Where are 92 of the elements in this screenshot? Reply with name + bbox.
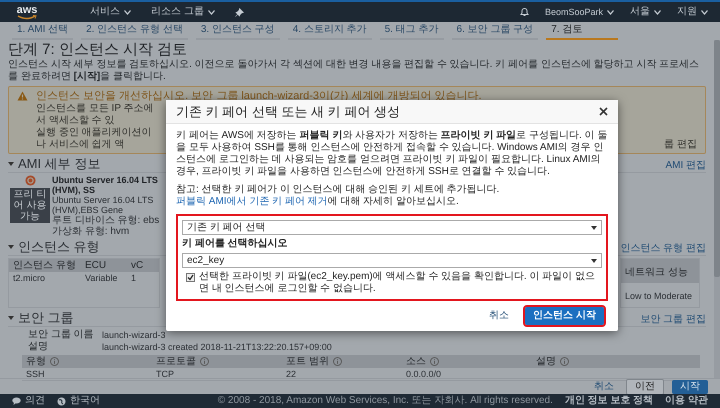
field-value: launch-wizard-3 [102, 329, 166, 341]
ami-attribute: 가상화 유형: hvm [52, 226, 130, 237]
field-label: 설명 [28, 341, 49, 353]
distro-logo-icon [24, 175, 36, 186]
table-cell-text: Low to Moderate [624, 291, 694, 301]
footer-link[interactable]: 이용 약관 [665, 395, 708, 407]
ami-description: Ubuntu Server 16.04 LTS (HVM),EBS Gene [52, 195, 154, 215]
close-icon[interactable] [599, 107, 608, 116]
footer-link[interactable]: 개인 정보 보호 정책 [564, 395, 654, 407]
warning-edit-link[interactable]: 룹 편집 [664, 139, 697, 151]
free-tier-badge: 프리 티어 사용 가능 [10, 188, 50, 223]
caret-down-icon [8, 316, 14, 320]
field-value: launch-wizard-3 created 2018-11-21T13:22:20.157+09:00 [102, 341, 332, 353]
support-menu[interactable]: 지원 [677, 6, 708, 18]
aws-logo[interactable]: aws [12, 4, 42, 20]
cancel-link[interactable]: 취소 [485, 310, 514, 322]
launch-button[interactable]: 시작 [672, 380, 708, 394]
pin-icon[interactable] [234, 8, 244, 16]
wizard-step-tab[interactable]: 2. 인스턴스 유형 선택 [81, 22, 188, 40]
info-icon [332, 357, 342, 366]
wizard-step-tab[interactable]: 6. 보안 그룹 구성 [452, 22, 538, 40]
chevron-down-icon [701, 10, 708, 14]
ami-attribute: 루트 디바이스 유형: ebs [52, 215, 160, 226]
warning-text: 인스턴스를 모든 IP 주소에서 액세스할 수 있 [36, 103, 155, 127]
cancel-link[interactable]: 취소 [590, 380, 618, 392]
wizard-step-tab[interactable]: 3. 인스턴스 구성 [196, 22, 280, 40]
chevron-down-icon [208, 10, 215, 14]
section-heading: 인스턴스 유형 [18, 239, 100, 255]
previous-button[interactable]: 이전 [626, 378, 664, 394]
chevron-down-icon [654, 10, 661, 14]
info-icon [560, 357, 569, 366]
checkmark-icon [187, 274, 194, 281]
dialog-title: 기존 키 페어 선택 또는 새 키 페어 생성 [176, 104, 400, 120]
column-header: 설명 [536, 355, 556, 368]
column-header: 소스 [406, 355, 426, 368]
column-header: 네트워크 성능 [624, 267, 689, 278]
table-cell-text: TCP [155, 368, 175, 380]
account-menu[interactable]: BeomSooPark [544, 6, 614, 18]
learn-more-link[interactable]: 퍼블릭 AMI에서 기존 키 페어 제거 [176, 196, 328, 207]
warning-text: 실행 중인 애플리케이션이나 서비스에 쉽게 액 [36, 127, 153, 151]
section-heading: 보안 그룹 [18, 310, 74, 326]
ami-name: Ubuntu Server 16.04 LTS (HVM), SS [52, 175, 159, 195]
column-header: vC [130, 259, 144, 272]
wizard-step-tab[interactable]: 4. 스토리지 추가 [288, 22, 372, 40]
bell-icon[interactable] [520, 7, 529, 17]
speech-bubble-icon [12, 397, 21, 405]
wizard-step-tab[interactable]: 5. 태그 추가 [380, 22, 444, 40]
table-cell-text: 22 [285, 368, 298, 380]
info-icon [430, 357, 439, 366]
edit-link[interactable]: AMI 편집 [665, 160, 706, 172]
dialog-note: 참고: 선택한 키 페어가 이 인스턴스에 대해 승인된 키 세트에 추가됩니다. 퍼블릭 AMI에서 기존 키 페어 제거에 대해 자세히 알아보십시오. [176, 184, 500, 208]
key-pair-label: 키 페어를 선택하십시오 [182, 238, 289, 250]
page-description: 인스턴스 시작 세부 정보를 검토하십시오. 이전으로 돌아가서 각 섹션에 대한 변경 내용을 편집할 수 있습니다. 키 페어를 인스턴스에 할당하고 시작 프로세스를 완료하려면 [시작]을 클릭합니다. [8, 59, 700, 83]
launch-instance-button[interactable]: 인스턴스 시작 [525, 307, 604, 325]
feedback-button[interactable]: 의견 [12, 395, 45, 407]
language-button[interactable]: 한국어 [57, 395, 100, 407]
caret-down-icon [591, 226, 597, 230]
column-header: 인스턴스 유형 [12, 259, 77, 272]
table-cell-text: 1 [130, 272, 138, 285]
warning-icon [17, 91, 28, 101]
table-cell-text: 0.0.0.0/0 [405, 368, 442, 380]
dialog-description: 키 페어는 AWS에 저장하는 퍼블릭 키와 사용자가 저장하는 프라이빗 키 파일로 구성됩니다. 이 둘을 모두 사용하여 SSH를 통해 인스턴스에 안전하게 접속할 수 있습니다. Windows AMI의 경우 인스턴스에 로그인하는 데 사용되는 암호를 얻으려면 프라이빗 키 파일이 필요합니다. Linux AMI의 경우, 프라이빗 키 파일을 사용하면 인스턴스에 안전하게 SSH로 연결할 수 있습니다. [176, 130, 608, 178]
acknowledge-text: 선택한 프라이빗 키 파일(ec2_key.pem)에 액세스할 수 있음을 확인합니다. 이 파일이 없으면 내 인스턴스에 로그인할 수 없습니다. [199, 271, 596, 295]
nav-menu[interactable]: 서비스 [90, 6, 131, 18]
edit-link[interactable]: 보안 그룹 편집 [640, 314, 706, 326]
field-label: 보안 그룹 이름 [28, 329, 94, 341]
caret-down-icon [8, 162, 14, 166]
copyright-text: © 2008 - 2018, Amazon Web Services, Inc. 또는 자회사. All rights reserved. [218, 395, 553, 407]
wizard-step-tab[interactable]: 1. AMI 선택 [12, 22, 74, 40]
table-cell-text: SSH [25, 368, 46, 380]
column-header: 프로토콜 [156, 355, 196, 368]
caret-down-icon [591, 258, 597, 262]
edit-link[interactable]: 인스턴스 유형 편집 [620, 243, 706, 255]
column-header: 유형 [26, 355, 46, 368]
region-menu[interactable]: 서울 [630, 6, 661, 18]
table-cell-text: Variable [84, 272, 118, 285]
key-pair-dropdown[interactable]: ec2_key [182, 253, 602, 268]
column-header: ECU [84, 259, 108, 272]
info-icon [200, 357, 209, 366]
chevron-down-icon [124, 10, 131, 14]
chevron-down-icon [607, 10, 614, 14]
acknowledge-checkbox[interactable] [186, 273, 195, 282]
section-heading: AMI 세부 정보 [18, 156, 100, 172]
info-icon [50, 357, 59, 366]
table-cell-text: t2.micro [12, 272, 46, 285]
caret-down-icon [8, 245, 14, 249]
nav-menu[interactable]: 리소스 그룹 [151, 6, 215, 18]
key-pair-mode-dropdown[interactable]: 기존 키 페어 선택 [182, 220, 602, 235]
scrollbar[interactable] [714, 40, 720, 378]
column-header: 포트 범위 [286, 355, 329, 368]
wizard-step-tab[interactable]: 7. 검토 [546, 22, 618, 40]
page-title: 단계 7: 인스턴스 시작 검토 [8, 41, 188, 59]
